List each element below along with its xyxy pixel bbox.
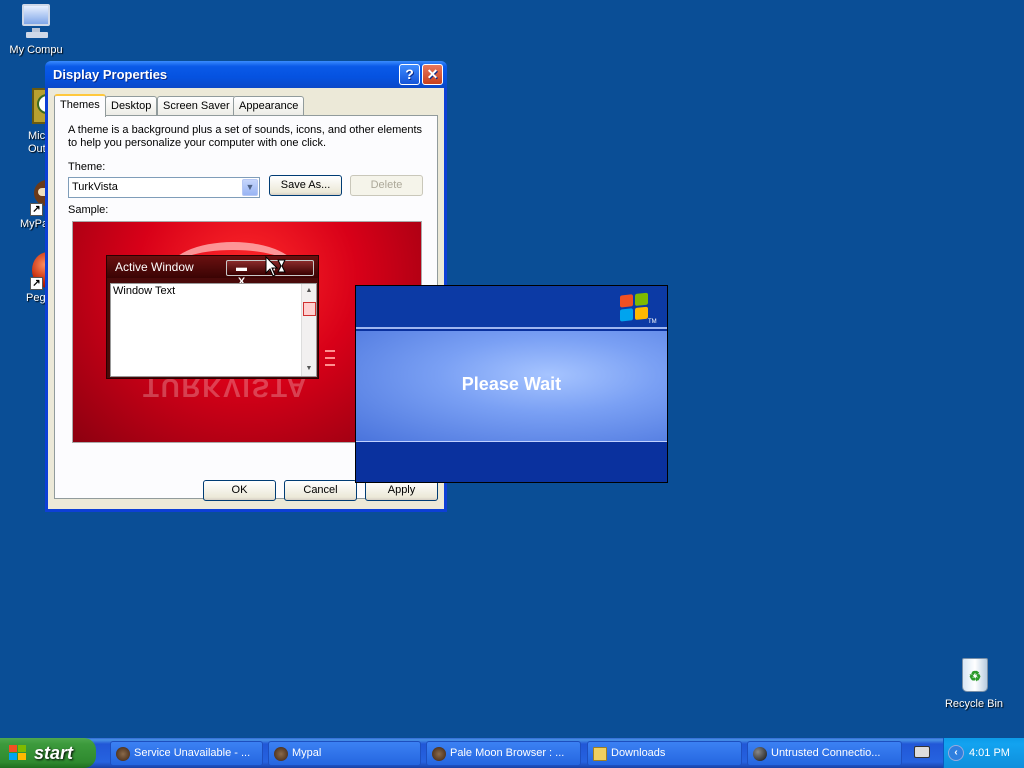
wallpaper-stripes xyxy=(325,350,335,371)
system-tray: ‹ 4:01 PM xyxy=(943,738,1024,768)
desktop-icon-label: My Compu xyxy=(9,44,63,56)
splash-footer xyxy=(356,441,667,482)
mypal-icon xyxy=(116,747,130,761)
taskbar-item-label: Service Unavailable - ... xyxy=(134,747,251,759)
theme-label: Theme: xyxy=(68,161,106,173)
minimize-icon: ▬ xyxy=(236,262,247,274)
windows-logo-icon xyxy=(620,292,650,323)
shortcut-arrow-icon: ↗ xyxy=(30,203,43,216)
recycle-bin-icon: ♻ xyxy=(954,656,994,696)
dialog-title: Display Properties xyxy=(53,67,168,82)
dialog-titlebar[interactable]: Display Properties ? ✕ xyxy=(45,61,447,88)
taskbar-item[interactable]: Pale Moon Browser : ... xyxy=(426,741,581,766)
taskbar-item-label: Untrusted Connectio... xyxy=(771,747,881,759)
tab-themes[interactable]: Themes xyxy=(54,94,106,117)
taskbar-item[interactable]: Mypal xyxy=(268,741,421,766)
tab-desktop[interactable]: Desktop xyxy=(105,96,158,116)
apply-button[interactable]: Apply xyxy=(365,480,438,501)
taskbar: start Service Unavailable - ... Mypal Pa… xyxy=(0,738,1024,768)
folder-icon xyxy=(593,747,607,761)
computer-icon xyxy=(16,2,56,42)
pale-moon-icon xyxy=(432,747,446,761)
keyboard-icon[interactable] xyxy=(914,746,930,758)
scroll-down-icon: ▼ xyxy=(305,365,313,372)
taskbar-item[interactable]: Downloads xyxy=(587,741,742,766)
tab-appearance[interactable]: Appearance xyxy=(233,96,305,116)
shortcut-arrow-icon: ↗ xyxy=(30,277,43,290)
desktop-icon-label: Recycle Bin xyxy=(944,698,1004,710)
cancel-button[interactable]: Cancel xyxy=(284,480,357,501)
desktop-icon-label: Micros Outlo xyxy=(28,130,60,155)
delete-button[interactable]: Delete xyxy=(350,175,423,196)
theme-select-value: TurkVista xyxy=(72,181,118,193)
scroll-thumb xyxy=(303,302,316,316)
mypal-icon xyxy=(274,747,288,761)
clock[interactable]: 4:01 PM xyxy=(969,738,1010,768)
taskbar-item-label: Pale Moon Browser : ... xyxy=(450,747,565,759)
start-button[interactable]: start xyxy=(0,738,96,768)
sample-scrollbar: ▲ ▼ xyxy=(301,284,316,376)
chevron-down-icon[interactable]: ▼ xyxy=(242,179,258,196)
globe-icon xyxy=(753,747,767,761)
busy-cursor-icon xyxy=(265,255,287,280)
sample-label: Sample: xyxy=(68,204,109,216)
sample-active-window: Active Window ▬▭X Window Text ▲ ▼ xyxy=(106,255,319,379)
theme-select[interactable]: TurkVista ▼ xyxy=(68,177,260,198)
windows-logo-icon xyxy=(9,745,27,761)
please-wait-message: Please Wait xyxy=(461,374,562,394)
taskbar-item[interactable]: Untrusted Connectio... xyxy=(747,741,902,766)
theme-description: A theme is a background plus a set of so… xyxy=(68,124,423,149)
taskbar-item-label: Downloads xyxy=(611,747,666,759)
desktop-icon-recycle-bin[interactable]: ♻ Recycle Bin xyxy=(938,656,1010,711)
save-as-button[interactable]: Save As... xyxy=(269,175,342,196)
taskbar-item[interactable]: Service Unavailable - ... xyxy=(110,741,263,766)
start-label: start xyxy=(34,743,74,763)
sample-window-client: Window Text ▲ ▼ xyxy=(110,283,317,377)
tray-expand-chevron-icon[interactable]: ‹ xyxy=(948,745,964,761)
desktop-icon-my-computer[interactable]: My Compu xyxy=(0,2,72,57)
ok-button[interactable]: OK xyxy=(203,480,276,501)
tab-screen-saver[interactable]: Screen Saver xyxy=(157,96,236,116)
scroll-up-icon: ▲ xyxy=(305,287,313,294)
trademark-text: TM xyxy=(648,319,657,325)
close-button[interactable]: ✕ xyxy=(422,64,443,85)
help-button[interactable]: ? xyxy=(399,64,420,85)
please-wait-splash: TM Please Wait xyxy=(355,285,668,483)
sample-window-text: Window Text xyxy=(113,285,176,297)
taskbar-item-label: Mypal xyxy=(292,747,322,759)
